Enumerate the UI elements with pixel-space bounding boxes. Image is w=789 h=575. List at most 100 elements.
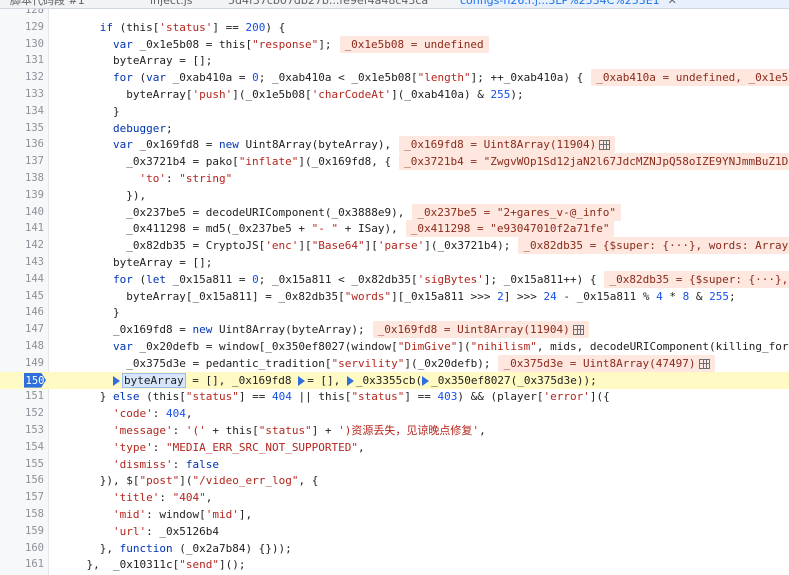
line-number[interactable]: 142 <box>0 237 44 254</box>
code-line: 156 }), $["post"]("/video_err_log", { <box>0 472 789 489</box>
line-number[interactable]: 131 <box>0 52 44 69</box>
code-line: 154 'type': "MEDIA_ERR_SRC_NOT_SUPPORTED… <box>0 439 789 456</box>
line-number[interactable]: 156 <box>0 472 44 489</box>
inline-variable-value[interactable]: _0x82db35 = {$super: {···}, words: Array <box>604 270 789 288</box>
inline-breakpoint-icon[interactable] <box>112 375 120 386</box>
code-token: ] == <box>212 20 246 34</box>
line-number[interactable]: 129 <box>0 19 44 36</box>
close-icon[interactable]: ✕ <box>668 0 677 7</box>
tab-3[interactable]: configs-h26.r.j...3LP%2534C%253E1 ✕ <box>460 0 789 8</box>
line-number[interactable]: 151 <box>0 388 44 405</box>
line-number[interactable]: 145 <box>0 288 44 305</box>
code-token: '(' <box>185 424 206 437</box>
line-number[interactable]: 128 <box>0 9 44 19</box>
memory-inspector-icon[interactable] <box>698 358 710 369</box>
memory-inspector-icon[interactable] <box>572 325 584 336</box>
code-token: ](_0x1e5b08[ <box>232 88 312 101</box>
line-number[interactable]: 134 <box>0 103 44 120</box>
inline-value-text: _0x1e5b08 = undefined <box>344 37 484 51</box>
code-text: 'to': "string" <box>60 170 232 187</box>
tab-0[interactable]: 脚本代码段 #1 <box>10 0 130 8</box>
line-number[interactable]: 141 <box>0 220 44 237</box>
inline-variable-value[interactable]: _0x169fd8 = Uint8Array(11904) <box>372 321 589 339</box>
inline-variable-value[interactable]: _0x411298 = "e93047010f2a71fe" <box>405 220 615 238</box>
code-token: _0x411298 = md5(_0x237be5 + <box>60 222 312 236</box>
code-line: 144 for (let _0x15a811 = 0; _0x15a811 < … <box>0 270 789 288</box>
line-number[interactable]: 132 <box>0 69 44 86</box>
code-token: ] == <box>238 390 272 404</box>
code-token: ; _0x15a811 < _0x82db35[ <box>258 272 418 286</box>
line-number[interactable]: 147 <box>0 321 44 338</box>
inline-variable-value[interactable]: _0x3721b4 = "ZwgvWOp1Sd12jaN2l67JdcMZNJp… <box>399 153 789 171</box>
code-token: 0 <box>252 71 259 85</box>
inline-value-text: _0x82db35 = {$super: {···}, words: Array… <box>523 239 789 253</box>
code-token: ]( <box>179 474 193 488</box>
code-line: 137 _0x3721b4 = pako["inflate"](_0x169fd… <box>0 153 789 171</box>
inline-breakpoint-icon[interactable] <box>422 375 430 386</box>
code-token: ]({ <box>589 390 610 404</box>
tab-label: inject.js <box>150 0 193 7</box>
code-token: (_0x2a7b84) {})); <box>172 541 292 555</box>
line-number[interactable]: 133 <box>0 86 44 103</box>
code-text: for (let _0x15a811 = 0; _0x15a811 < _0x8… <box>60 270 789 288</box>
tab-2[interactable]: 5d4f37cb07db27b...fe9ef4a48c43ca <box>228 0 448 8</box>
tab-1[interactable]: inject.js <box>150 0 220 8</box>
code-text: _0x237be5 = decodeURIComponent(_0x3888e9… <box>60 203 622 221</box>
code-text: 'code': 404, <box>60 405 193 422</box>
inline-variable-value[interactable]: _0xab410a = undefined, _0x1e5b08 = undef… <box>591 69 789 87</box>
line-number[interactable]: 135 <box>0 120 44 137</box>
breakpoint-marker[interactable]: 150 <box>24 372 46 388</box>
code-text: _0x3721b4 = pako["inflate"](_0x169fd8, {… <box>60 153 789 171</box>
line-number[interactable]: 138 <box>0 170 44 187</box>
line-number[interactable]: 143 <box>0 254 44 271</box>
line-number[interactable]: 130 <box>0 36 44 53</box>
line-number[interactable]: 158 <box>0 506 44 523</box>
line-number[interactable]: 137 <box>0 153 44 170</box>
memory-inspector-icon[interactable] <box>599 140 611 151</box>
code-line: 148 var _0x20defb = window[_0x350ef8027(… <box>0 338 789 355</box>
code-token: : _0x5126b4 <box>146 524 219 538</box>
inline-breakpoint-icon[interactable] <box>346 375 354 386</box>
inline-variable-value[interactable]: _0x375d3e = Uint8Array(47497) <box>498 354 715 372</box>
line-number[interactable]: 153 <box>0 422 44 439</box>
code-token: ; <box>728 289 736 303</box>
line-number[interactable]: 146 <box>0 304 44 321</box>
source-code-editor[interactable]: 128 129 if (this['status'] == 200) {130 v… <box>0 9 789 575</box>
line-number[interactable]: 160 <box>0 540 44 557</box>
line-number[interactable]: 154 <box>0 439 44 456</box>
code-token: _0x20defb = window[_0x350ef8027(window[ <box>132 340 398 353</box>
line-number[interactable]: 140 <box>0 204 44 221</box>
line-number[interactable]: 136 <box>0 136 44 153</box>
code-text: var _0x1e5b08 = this["response"]; _0x1e5b… <box>60 35 489 53</box>
inline-variable-value[interactable]: _0x237be5 = "2+gares_v-@_info" <box>412 203 622 221</box>
code-token: ]; _0x15a811++) { <box>483 272 597 286</box>
line-number[interactable]: 159 <box>0 523 44 540</box>
code-token: var <box>112 37 133 51</box>
code-token: 404 <box>165 407 186 421</box>
line-number[interactable]: 139 <box>0 187 44 204</box>
code-token: _0x82db35 = CryptoJS[ <box>60 239 266 253</box>
line-number[interactable]: 149 <box>0 355 44 372</box>
inline-variable-value[interactable]: _0x169fd8 = Uint8Array(11904) <box>399 136 616 154</box>
code-line: 129 if (this['status'] == 200) { <box>0 19 789 36</box>
line-number[interactable]: 157 <box>0 489 44 506</box>
code-token: 'title' <box>112 491 160 505</box>
code-token: ][ <box>298 239 312 253</box>
code-token: else <box>112 390 140 404</box>
line-number[interactable]: 144 <box>0 271 44 288</box>
line-number[interactable]: 152 <box>0 405 44 422</box>
tab-label: configs-h26.r.j...3LP%2534C%253E1 <box>460 0 660 7</box>
line-number[interactable]: 148 <box>0 338 44 355</box>
inline-variable-value[interactable]: _0x82db35 = {$super: {···}, words: Array… <box>518 237 789 255</box>
inline-breakpoint-icon[interactable] <box>298 375 306 386</box>
inline-variable-value[interactable]: _0x1e5b08 = undefined <box>339 35 489 53</box>
code-token: : <box>165 172 180 185</box>
line-number[interactable]: 161 <box>0 556 44 573</box>
code-token: : <box>152 440 166 454</box>
line-number[interactable]: 155 <box>0 456 44 473</box>
